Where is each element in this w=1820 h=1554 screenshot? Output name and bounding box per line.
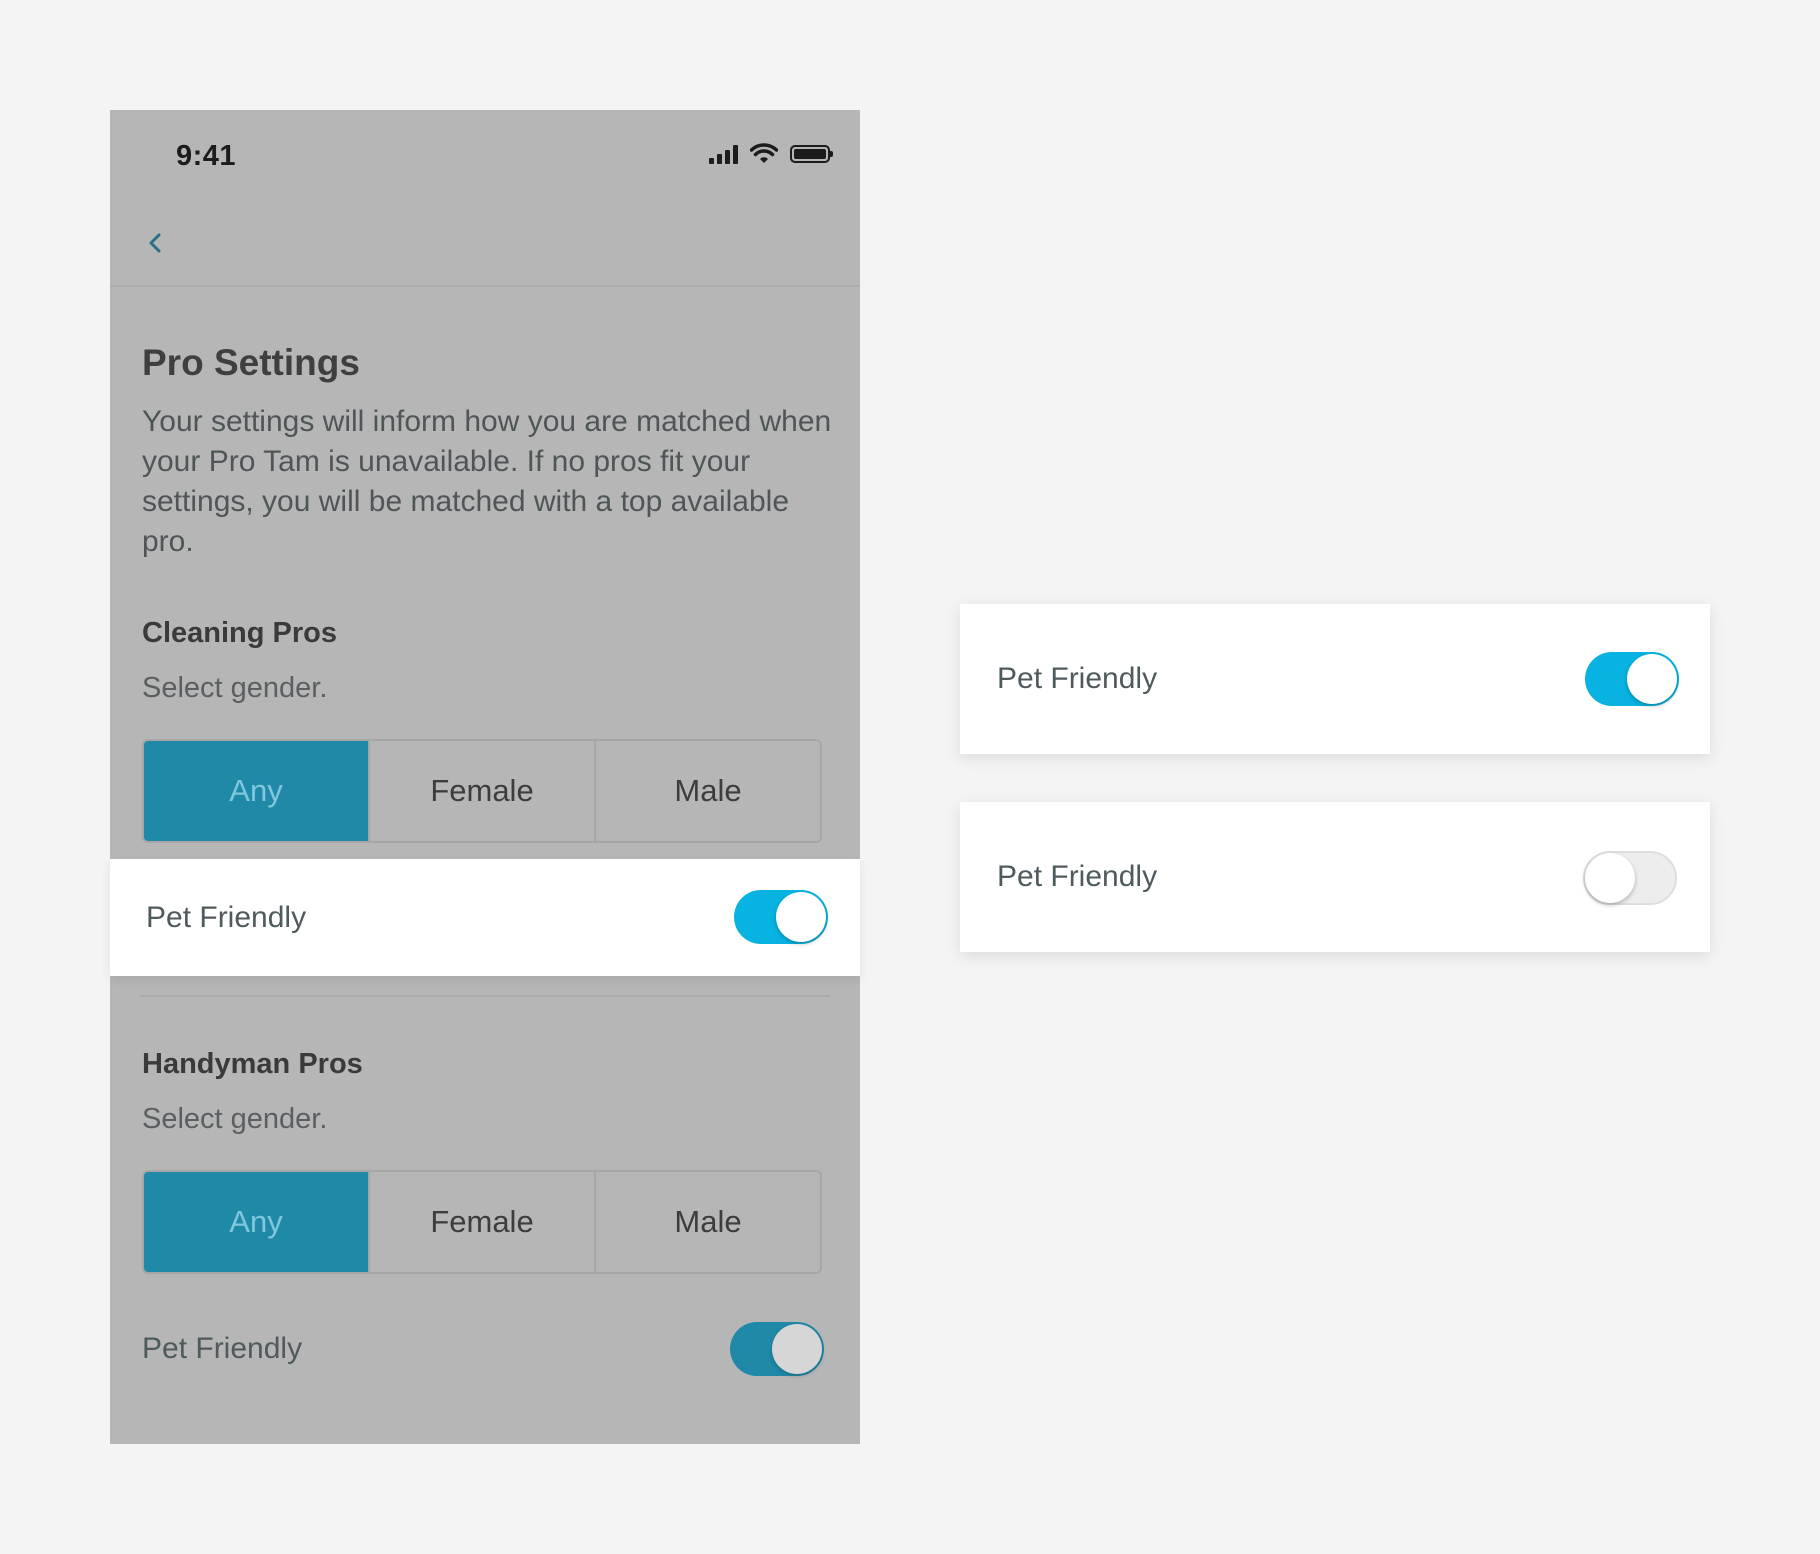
cleaning-pet-friendly-toggle[interactable]	[734, 890, 828, 944]
pet-friendly-label-off: Pet Friendly	[997, 860, 1158, 893]
cleaning-gender-selector: Any Female Male	[142, 739, 822, 843]
pet-friendly-card-on: Pet Friendly	[960, 604, 1710, 754]
pet-friendly-card-off: Pet Friendly	[960, 802, 1710, 952]
cleaning-pet-friendly-row: Pet Friendly	[110, 859, 860, 976]
section-divider	[140, 995, 830, 997]
toggle-knob	[772, 1324, 822, 1374]
nav-bar	[110, 190, 860, 287]
wifi-icon	[750, 143, 778, 163]
handyman-gender-female[interactable]: Female	[368, 1172, 594, 1272]
cleaning-gender-male[interactable]: Male	[594, 741, 820, 841]
pet-friendly-toggle-off[interactable]	[1583, 851, 1677, 905]
pet-friendly-label-on: Pet Friendly	[997, 662, 1158, 695]
toggle-knob	[1585, 853, 1635, 903]
status-bar: 9:41	[110, 110, 860, 190]
status-time: 9:41	[176, 140, 237, 172]
battery-icon	[790, 145, 833, 163]
chevron-left-icon[interactable]	[140, 228, 170, 258]
cleaning-pet-friendly-label: Pet Friendly	[146, 901, 307, 934]
handyman-pet-friendly-toggle[interactable]	[730, 1322, 824, 1376]
cleaning-gender-female[interactable]: Female	[368, 741, 594, 841]
status-icons	[709, 142, 833, 166]
handyman-pet-friendly-label: Pet Friendly	[142, 1332, 303, 1365]
toggle-knob	[1627, 654, 1677, 704]
handyman-section-subtitle: Select gender.	[142, 1103, 328, 1135]
handyman-section-title: Handyman Pros	[142, 1048, 363, 1080]
cleaning-gender-any[interactable]: Any	[144, 741, 368, 841]
cleaning-section-title: Cleaning Pros	[142, 617, 337, 649]
handyman-gender-male[interactable]: Male	[594, 1172, 820, 1272]
handyman-gender-selector: Any Female Male	[142, 1170, 822, 1274]
toggle-knob	[776, 892, 826, 942]
page-title: Pro Settings	[142, 342, 360, 383]
cleaning-section-subtitle: Select gender.	[142, 672, 328, 704]
pet-friendly-toggle-on[interactable]	[1585, 652, 1679, 706]
page-description: Your settings will inform how you are ma…	[142, 405, 832, 558]
signal-icon	[709, 144, 738, 164]
phone-screen: 9:41 Pro Settings Your settings will inf…	[110, 110, 860, 1444]
handyman-gender-any[interactable]: Any	[144, 1172, 368, 1272]
